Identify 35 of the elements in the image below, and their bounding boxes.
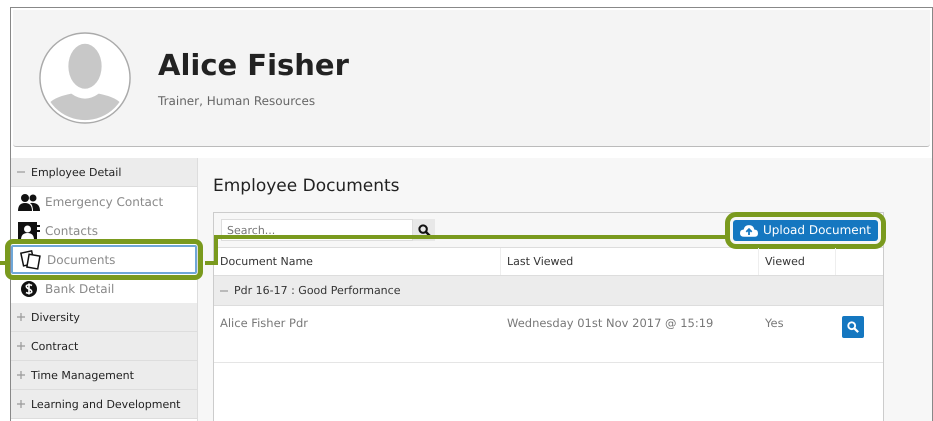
section-label: Contract [31, 340, 78, 352]
contact-card-icon [18, 222, 40, 240]
expand-icon [17, 371, 25, 379]
employee-name: Alice Fisher [158, 48, 349, 82]
search-icon [418, 224, 430, 236]
cloud-upload-icon [740, 224, 758, 236]
group-label: Pdr 16-17 : Good Performance [234, 284, 400, 297]
section-label: Learning and Development [31, 398, 180, 410]
employee-role: Trainer, Human Resources [158, 94, 316, 108]
search-icon [847, 321, 859, 333]
section-label: Employee Detail [31, 166, 122, 178]
sidebar-section[interactable]: Employee Detail [11, 158, 197, 187]
column-header[interactable]: Last Viewed [501, 248, 759, 275]
sidebar-section[interactable]: Learning and Development [11, 390, 197, 419]
view-button[interactable] [842, 316, 864, 338]
avatar-icon [38, 31, 132, 125]
column-header[interactable]: Document Name [214, 248, 501, 275]
dollar-icon [18, 280, 40, 298]
section-label: Diversity [31, 310, 80, 324]
upload-document-button[interactable]: Upload Document [732, 220, 878, 240]
sidebar-section[interactable]: Contract [11, 332, 197, 361]
group-row[interactable]: Pdr 16-17 : Good Performance [214, 276, 883, 306]
section-label: Time Management [31, 368, 134, 382]
table-cell: Wednesday 01st Nov 2017 @ 15:19 [507, 316, 714, 330]
column-header[interactable]: Viewed [759, 248, 836, 275]
expand-icon [17, 400, 25, 408]
people-icon [18, 192, 40, 210]
documents-icon [20, 250, 42, 270]
table-cell: Yes [765, 316, 784, 330]
table-cell: Alice Fisher Pdr [220, 316, 308, 330]
sidebar-section[interactable]: Diversity [11, 303, 197, 332]
expand-icon [17, 313, 25, 321]
sidebar-section[interactable]: Time Management [11, 361, 197, 390]
expand-icon [17, 342, 25, 350]
page-title: Employee Documents [213, 176, 401, 198]
